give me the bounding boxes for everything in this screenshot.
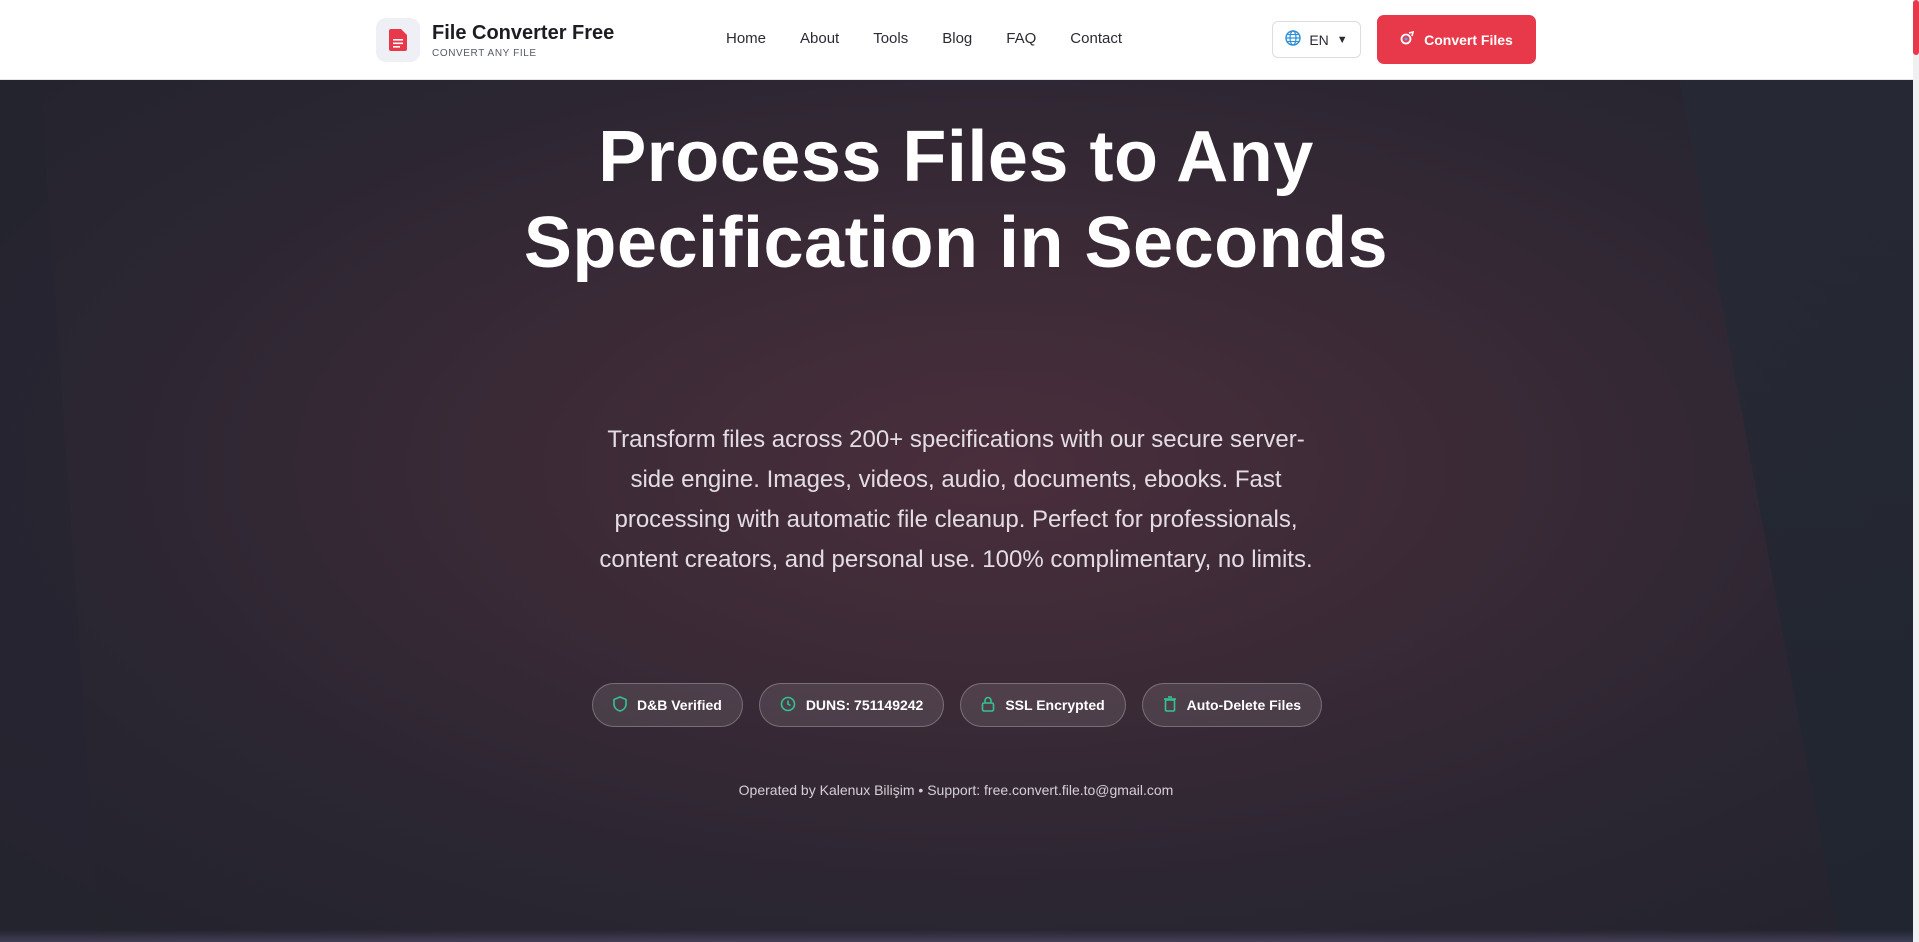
trust-badges: D&B Verified DUNS: 751149242 SSL Encrypt… — [592, 683, 1323, 727]
logo-subtitle: CONVERT ANY FILE — [432, 48, 537, 59]
lock-icon — [981, 696, 995, 715]
site-header: File Converter Free CONVERT ANY FILE Hom… — [0, 0, 1913, 80]
badge-ssl-label: SSL Encrypted — [1005, 697, 1105, 713]
convert-icon — [1400, 30, 1415, 48]
badge-duns-label: DUNS: 751149242 — [805, 697, 924, 713]
background-beam-right — [1680, 80, 1913, 942]
convert-files-button[interactable]: Convert Files — [1377, 15, 1536, 64]
badge-verified-label: D&B Verified — [637, 697, 722, 713]
page-scrollbar[interactable] — [1913, 0, 1919, 942]
main-nav: Home About Tools Blog FAQ Contact — [726, 28, 1156, 50]
nav-blog[interactable]: Blog — [942, 28, 972, 50]
nav-faq[interactable]: FAQ — [1006, 28, 1036, 50]
shield-icon — [613, 695, 627, 715]
badge-duns: DUNS: 751149242 — [758, 683, 945, 727]
chevron-down-icon: ▼ — [1336, 33, 1348, 46]
badge-auto-delete: Auto-Delete Files — [1141, 683, 1323, 727]
trash-icon — [1163, 695, 1177, 715]
nav-contact[interactable]: Contact — [1070, 28, 1122, 50]
scrollbar-thumb[interactable] — [1913, 0, 1919, 55]
hero-subtext: Transform files across 200+ specificatio… — [599, 426, 1313, 573]
badge-auto-delete-label: Auto-Delete Files — [1186, 697, 1302, 713]
badge-ssl: SSL Encrypted — [960, 683, 1126, 727]
background-glow — [0, 930, 1913, 942]
convert-files-label: Convert Files — [1424, 31, 1513, 48]
badge-verified: D&B Verified — [592, 683, 743, 727]
language-label: EN — [1309, 31, 1329, 48]
operator-info: Operated by Kalenux Bilişim • Support: f… — [738, 782, 1174, 798]
globe-icon — [1285, 30, 1302, 49]
nav-about[interactable]: About — [800, 28, 839, 50]
nav-tools[interactable]: Tools — [873, 28, 908, 50]
hero-headline: Process Files to Any Specification in Se… — [523, 117, 1389, 283]
logo[interactable]: File Converter Free CONVERT ANY FILE — [376, 18, 614, 62]
background-beam-left — [0, 80, 100, 942]
language-selector[interactable]: EN ▼ — [1272, 21, 1361, 58]
clock-icon — [780, 696, 796, 715]
file-icon — [376, 18, 420, 62]
nav-home[interactable]: Home — [726, 28, 766, 50]
logo-title: File Converter Free — [432, 22, 615, 44]
